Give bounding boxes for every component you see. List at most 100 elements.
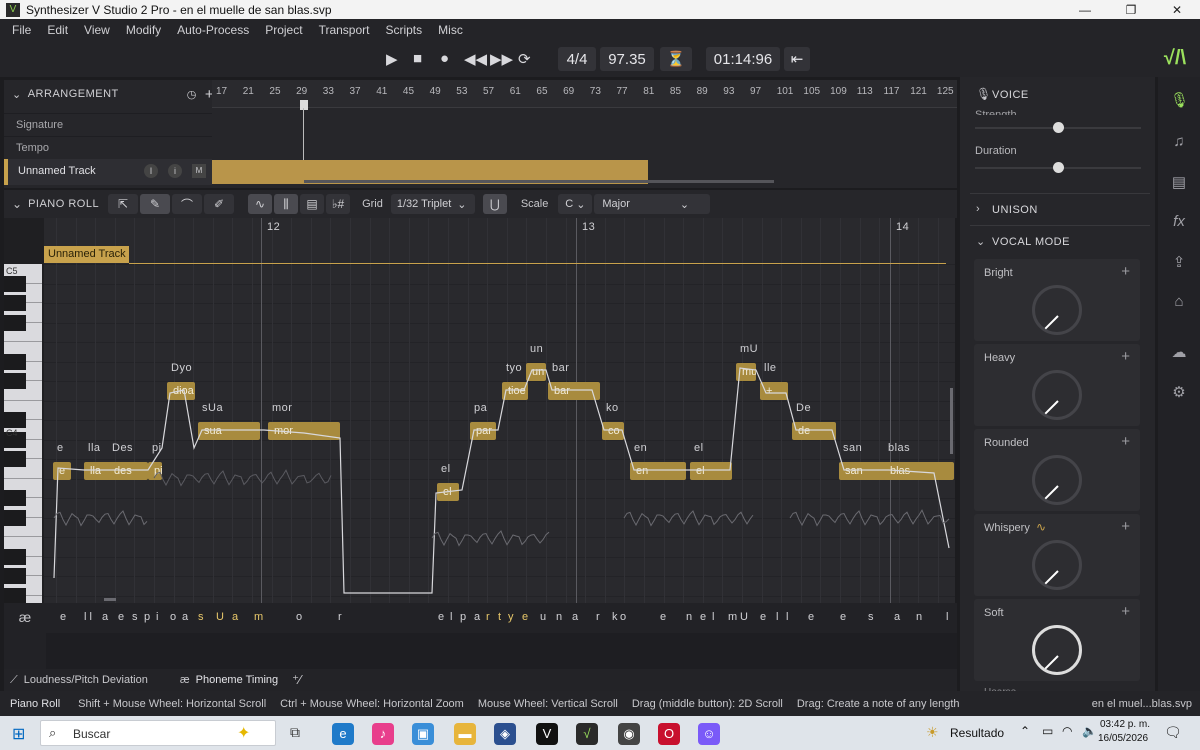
waveform-icon[interactable]: ⫼ — [274, 194, 299, 214]
phoneme[interactable]: e — [840, 611, 846, 623]
phoneme[interactable]: o — [620, 611, 626, 623]
gear-icon[interactable]: ⚙ — [1170, 383, 1188, 401]
phoneme[interactable]: s — [868, 611, 874, 623]
store-icon[interactable]: ▣ — [412, 723, 434, 745]
add-icon[interactable]: + — [1121, 433, 1130, 450]
phoneme[interactable]: e — [522, 611, 528, 623]
phoneme-lane[interactable]: æ el laespioasUamorelpartyeunarkoenelmUe… — [4, 603, 957, 669]
phoneme[interactable]: n — [916, 611, 922, 623]
phoneme-track[interactable]: el laespioasUamorelpartyeunarkoenelmUell… — [46, 603, 957, 631]
loop-icon[interactable]: ⟳ — [518, 50, 531, 68]
black-key[interactable] — [4, 314, 26, 331]
track-name[interactable]: Unnamed Track — [18, 165, 96, 177]
pitch-curve-icon[interactable]: ∿ — [248, 194, 273, 214]
piano-keyboard[interactable]: C5 C4 — [4, 218, 44, 603]
robot-icon[interactable]: ⌂ — [1170, 293, 1188, 310]
black-key[interactable] — [4, 509, 26, 526]
chevron-up-icon[interactable]: ⌃ — [1020, 724, 1030, 738]
menu-scripts[interactable]: Scripts — [377, 23, 430, 37]
play-icon[interactable]: ▶ — [386, 50, 398, 68]
clock-date[interactable]: 16/05/2026 — [1098, 733, 1148, 744]
tempo-clock-icon[interactable]: ◷ — [187, 88, 197, 101]
notification-icon[interactable]: 🗨 — [1164, 724, 1182, 741]
phoneme[interactable]: o — [170, 611, 176, 623]
chevron-right-icon[interactable]: › — [976, 203, 980, 215]
chevron-down-icon[interactable]: ⌄ — [12, 197, 22, 211]
add-icon[interactable]: + — [1121, 518, 1130, 535]
phoneme[interactable]: U — [740, 611, 748, 623]
fx-icon[interactable]: fx — [1170, 213, 1188, 230]
select-tool-icon[interactable]: ⇱ — [108, 194, 139, 214]
phoneme[interactable]: e — [60, 611, 66, 623]
network-icon[interactable]: ▭ — [1042, 724, 1053, 738]
scale-key-select[interactable]: C ⌄ — [558, 194, 593, 214]
menu-edit[interactable]: Edit — [39, 23, 76, 37]
phoneme[interactable]: l l — [84, 611, 92, 623]
phoneme[interactable]: e — [660, 611, 666, 623]
notes-list-icon[interactable]: ▤ — [1170, 173, 1188, 191]
mute-button[interactable]: M — [192, 164, 206, 178]
phoneme[interactable]: r — [596, 611, 600, 623]
phoneme[interactable]: y — [508, 611, 514, 623]
phoneme[interactable]: p — [144, 611, 150, 623]
app-icon-blue[interactable]: ◈ — [494, 723, 516, 745]
export-icon[interactable]: ⇪ — [1170, 253, 1188, 271]
bright-knob[interactable] — [1032, 285, 1082, 335]
whispery-knob[interactable] — [1032, 540, 1082, 590]
black-key[interactable] — [4, 275, 26, 292]
record-icon[interactable]: ● — [440, 50, 449, 67]
piano-roll[interactable]: 12 13 14 e e lla lla des Des pi pi dioa Dyo sua sUa mor… — [4, 218, 955, 603]
add-tab-icon[interactable]: ⁺⁄ — [292, 672, 301, 688]
phoneme[interactable]: a — [182, 611, 188, 623]
phoneme[interactable]: l — [450, 611, 452, 623]
rewind-icon[interactable]: ◀◀ — [464, 50, 487, 68]
black-key[interactable] — [4, 451, 26, 467]
arrangement-ruler[interactable]: 17 21 25 29 33 37 41 45 49 53 57 61 65 69 73 77 81 85 89 93… — [212, 80, 957, 108]
add-icon[interactable]: + — [1121, 603, 1130, 620]
phoneme[interactable]: l — [712, 611, 714, 623]
menu-auto-process[interactable]: Auto-Process — [169, 23, 257, 37]
phoneme[interactable]: m — [254, 611, 263, 623]
cloud-icon[interactable]: ☁ — [1170, 343, 1188, 361]
black-key[interactable] — [4, 587, 26, 603]
black-key[interactable] — [4, 295, 26, 311]
synthv-taskbar-icon[interactable]: √ — [576, 723, 598, 745]
pitch-curve[interactable] — [44, 218, 955, 603]
audio-app-icon[interactable]: ◉ — [618, 723, 640, 745]
tab-phoneme-timing[interactable]: Phoneme Timing — [196, 674, 279, 686]
phoneme[interactable]: r — [338, 611, 342, 623]
menu-project[interactable]: Project — [257, 23, 310, 37]
roll-scrollbar[interactable] — [950, 388, 953, 454]
black-key[interactable] — [4, 490, 26, 506]
phoneme[interactable]: a — [474, 611, 480, 623]
piano-icon[interactable]: ▤ — [300, 194, 325, 214]
music-note-icon[interactable]: ♫ — [1170, 133, 1188, 150]
curve-tool-icon[interactable]: ⌒ — [172, 194, 203, 214]
playhead-marker[interactable] — [300, 100, 308, 110]
phoneme[interactable]: a — [572, 611, 578, 623]
phoneme[interactable]: l — [776, 611, 778, 623]
black-key[interactable] — [4, 548, 26, 565]
opera-icon[interactable]: O — [658, 723, 680, 745]
phoneme[interactable]: s — [132, 611, 138, 623]
windows-start-icon[interactable]: ⊞ — [12, 724, 25, 744]
phoneme[interactable]: u — [540, 611, 546, 623]
add-icon[interactable]: + — [1121, 348, 1130, 365]
unison-section[interactable]: UNISON — [992, 204, 1038, 216]
phoneme[interactable]: o — [296, 611, 302, 623]
stop-icon[interactable]: ■ — [413, 50, 422, 67]
menu-misc[interactable]: Misc — [430, 23, 471, 37]
maximize-button[interactable]: ❐ — [1108, 3, 1154, 17]
menu-view[interactable]: View — [76, 23, 118, 37]
black-key[interactable] — [4, 353, 26, 370]
phoneme[interactable]: e — [700, 611, 706, 623]
grid-select[interactable]: 1/32 Triplet ⌄ — [390, 194, 475, 214]
black-key[interactable] — [4, 373, 26, 389]
file-explorer-icon[interactable]: ▬ — [454, 723, 476, 745]
phoneme[interactable]: s — [198, 611, 204, 623]
tab-loudness-pitch[interactable]: Loudness/Pitch Deviation — [24, 674, 148, 686]
heavy-knob[interactable] — [1032, 370, 1082, 420]
track-row[interactable]: Unnamed Track I i M — [4, 159, 212, 185]
roll-hscrollbar[interactable] — [104, 598, 116, 601]
phoneme[interactable]: l — [786, 611, 788, 623]
